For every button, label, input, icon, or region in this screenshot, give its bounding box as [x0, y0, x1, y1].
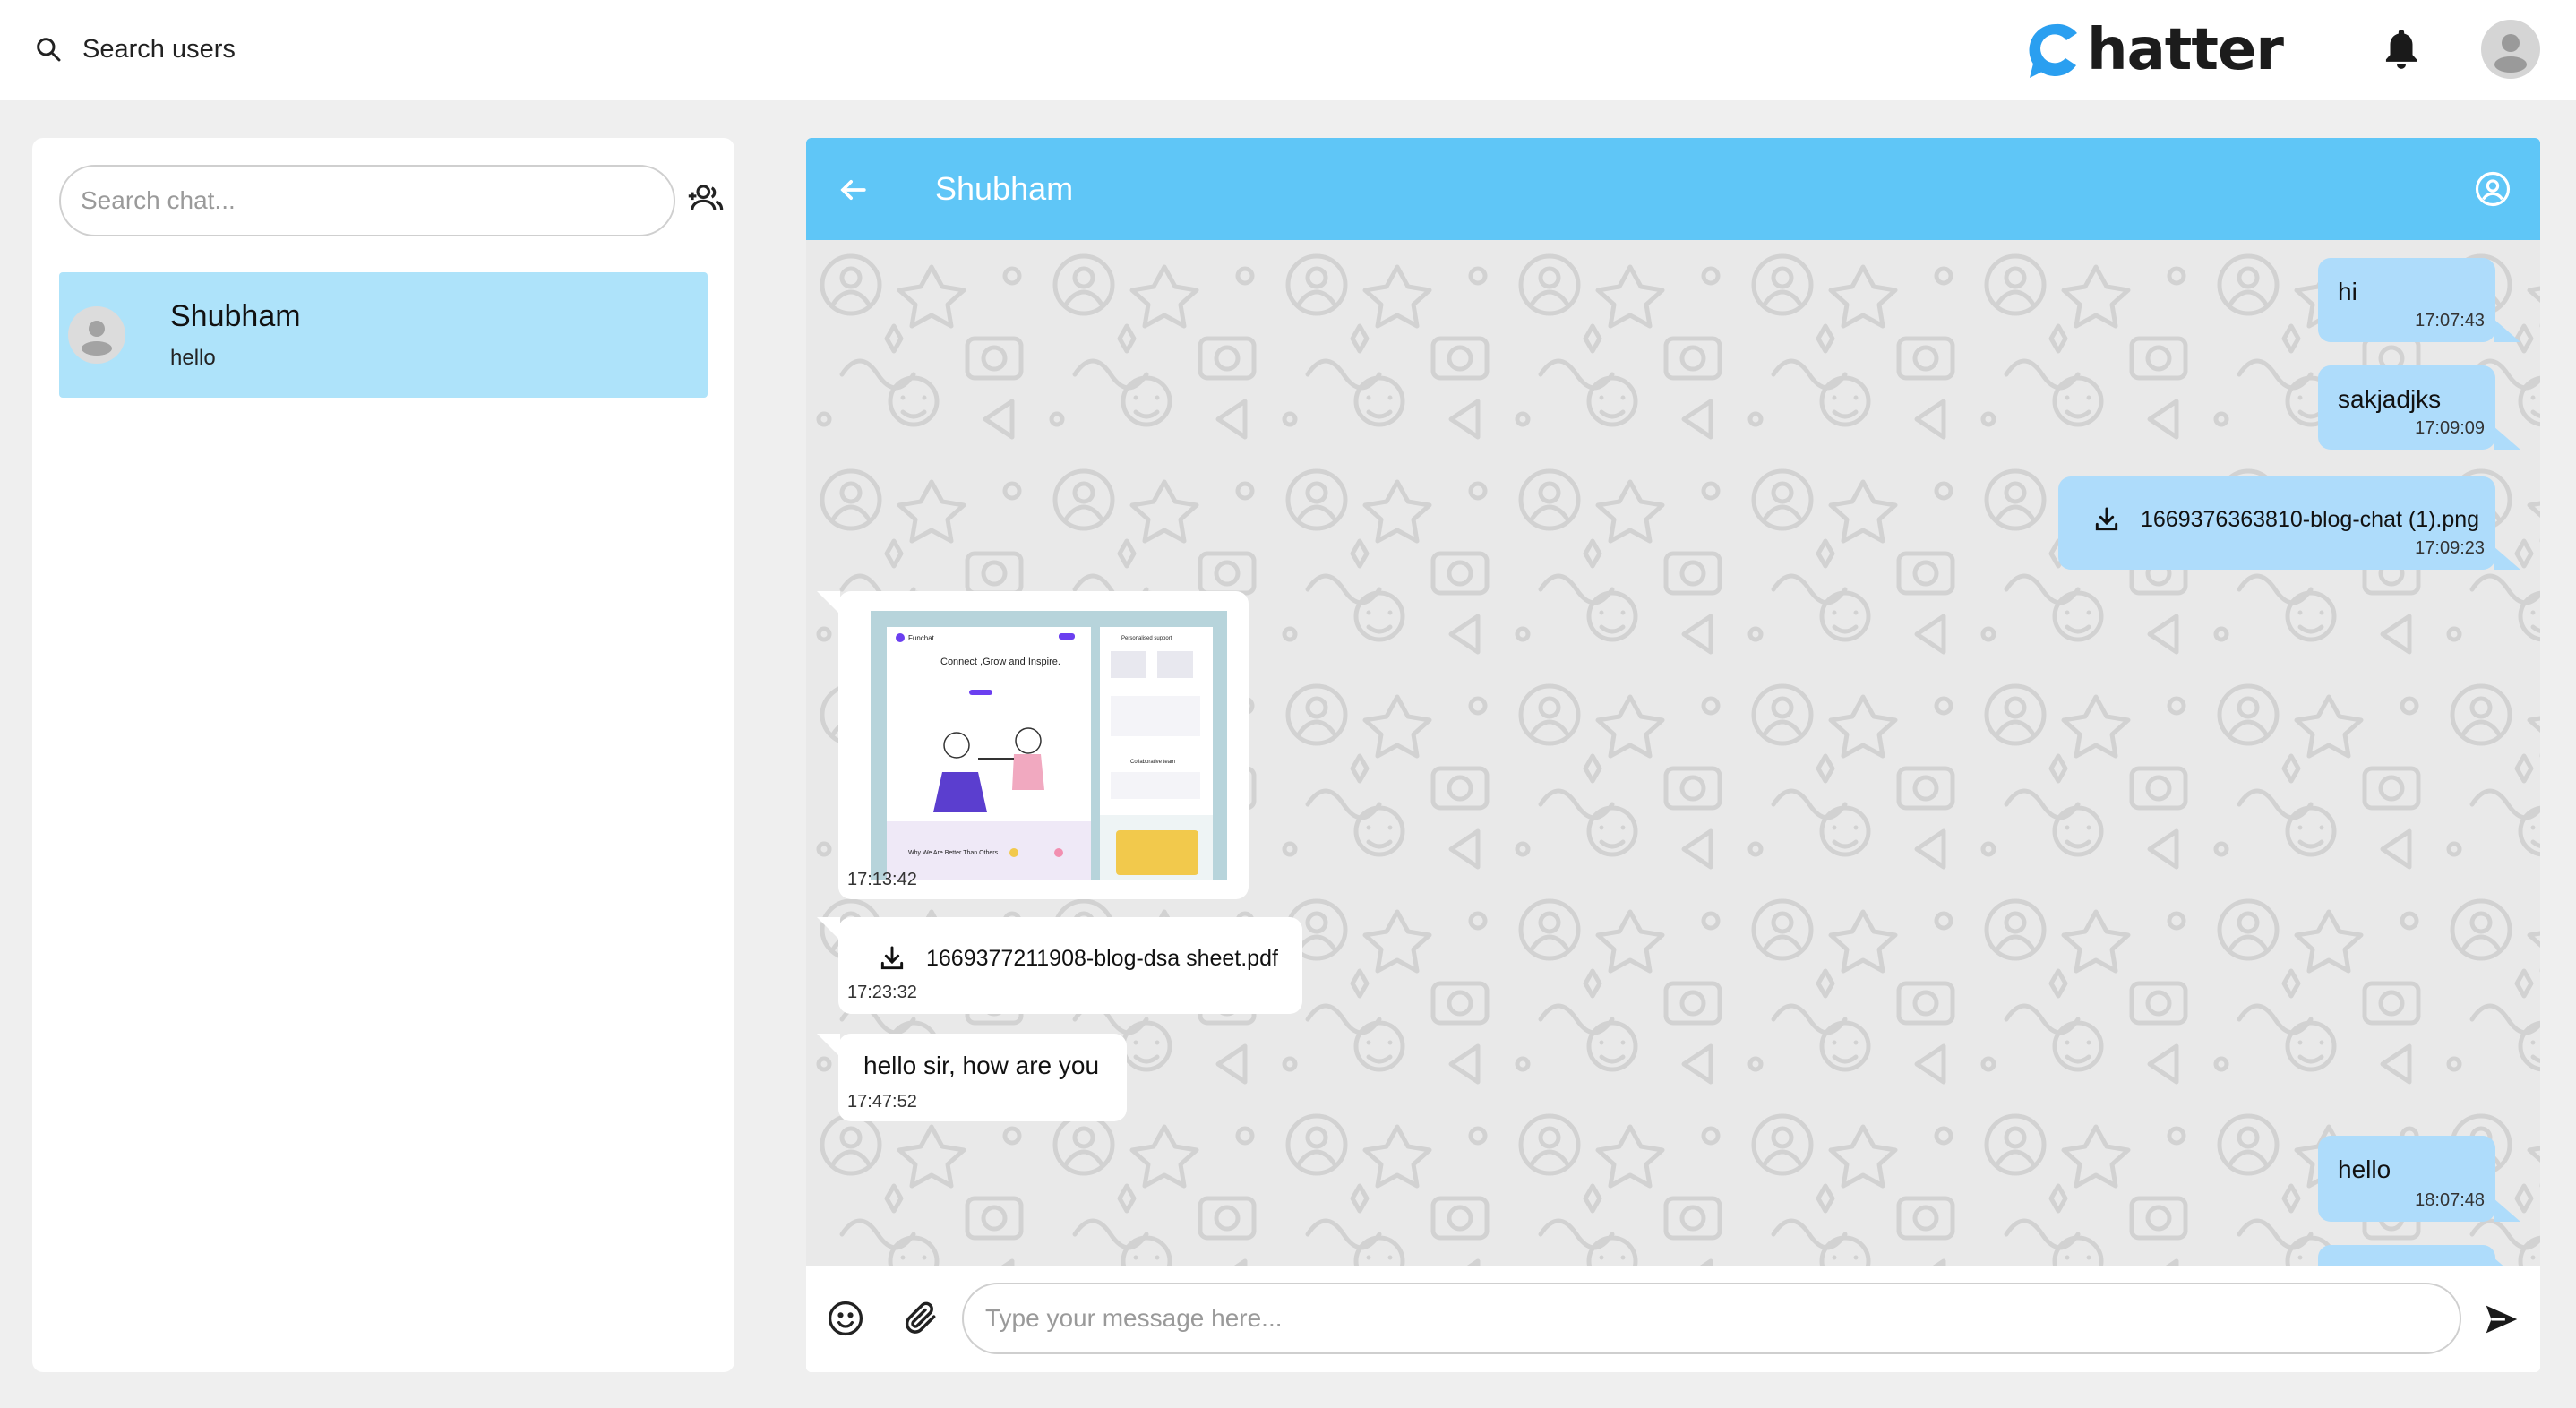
thumb-side-section: Collaborative team: [1130, 760, 1175, 765]
add-group-button[interactable]: [683, 174, 733, 224]
search-chat-input[interactable]: [59, 165, 675, 236]
message-bubble-outgoing[interactable]: hi 17:07:43: [2318, 258, 2520, 342]
message-bubble-incoming[interactable]: hello sir, how are you 17:47:52: [817, 1034, 1127, 1121]
search-users-label: Search users: [82, 34, 236, 64]
message-bubble-outgoing[interactable]: hello 18:07:48: [2318, 1136, 2520, 1222]
avatar: [68, 306, 125, 364]
message-bubble-outgoing[interactable]: sakjadjks 17:09:09: [2318, 365, 2520, 450]
chat-title: Shubham: [935, 170, 1074, 207]
chat-list-panel: Shubham hello: [32, 138, 734, 1372]
download-icon: [880, 946, 904, 970]
emoji-icon[interactable]: [826, 1299, 865, 1338]
person-icon: [82, 321, 112, 356]
file-attachment[interactable]: 1669377211908-blog-dsa sheet.pdf: [878, 944, 1278, 973]
message-composer: [806, 1266, 2540, 1372]
chat-header: Shubham: [806, 138, 2540, 240]
message-text: hello sir, how are you: [863, 1052, 1100, 1079]
user-avatar[interactable]: [2481, 20, 2540, 79]
person-icon: [2494, 34, 2527, 73]
message-text: sakjadjks: [2338, 385, 2442, 413]
message-list[interactable]: hi 17:07:43 sakjadjks 17:09:09 166937636…: [806, 240, 2540, 1266]
file-name: 1669376363810-blog-chat (1).png: [2141, 506, 2480, 532]
logo-bubble-c: [2029, 23, 2077, 78]
top-bar: Search users hatter: [0, 0, 2576, 100]
chat-panel: Shubham hi 17:07:43 sakjadjks 17:09:09 1…: [806, 138, 2540, 1372]
message-bubble-incoming-file[interactable]: 1669377211908-blog-dsa sheet.pdf 17:23:3…: [817, 917, 1302, 1014]
back-arrow-icon[interactable]: [833, 170, 872, 210]
paperclip-icon[interactable]: [901, 1297, 940, 1338]
chatter-logo: hatter: [2026, 16, 2284, 84]
message-bubble-outgoing-partial[interactable]: [2318, 1245, 2520, 1266]
message-text: hello: [2338, 1155, 2391, 1183]
chat-item-last-message: hello: [170, 346, 216, 370]
message-text: hi: [2338, 278, 2357, 305]
add-group-icon: [688, 185, 724, 210]
search-users-button[interactable]: Search users: [18, 20, 252, 79]
file-name: 1669377211908-blog-dsa sheet.pdf: [926, 945, 1278, 971]
bell-icon[interactable]: [2379, 25, 2424, 75]
thumb-heading: Connect ,Grow and Inspire.: [940, 657, 1060, 667]
download-icon: [2095, 507, 2118, 531]
thumb-side-title: Personalised support: [1121, 636, 1172, 641]
thumb-footer: Why We Are Better Than Others.: [908, 850, 1000, 856]
thumb-brand: Funchat: [908, 634, 935, 642]
send-icon[interactable]: [2481, 1299, 2522, 1340]
image-attachment[interactable]: Funchat Connect ,Grow and Inspire. Why W…: [871, 611, 1227, 880]
chat-item-name: Shubham: [170, 299, 301, 333]
logo-text: hatter: [2087, 17, 2284, 83]
message-time: 17:09:09: [2415, 418, 2485, 438]
file-attachment[interactable]: 1669376363810-blog-chat (1).png: [2092, 505, 2479, 534]
chat-list-item[interactable]: Shubham hello: [59, 272, 708, 398]
image-thumbnail: Funchat Connect ,Grow and Inspire. Why W…: [871, 611, 1227, 880]
message-bubble-incoming-image[interactable]: Funchat Connect ,Grow and Inspire. Why W…: [817, 591, 1249, 899]
message-time: 17:13:42: [847, 870, 917, 889]
message-time: 17:23:32: [847, 983, 917, 1002]
message-time: 17:07:43: [2415, 311, 2485, 331]
profile-icon[interactable]: [2474, 170, 2512, 208]
message-input[interactable]: [962, 1283, 2461, 1354]
message-time: 17:09:23: [2415, 538, 2485, 558]
message-time: 17:47:52: [847, 1092, 917, 1112]
message-bubble-outgoing-file[interactable]: 1669376363810-blog-chat (1).png 17:09:23: [2058, 476, 2520, 570]
message-time: 18:07:48: [2415, 1190, 2485, 1210]
search-icon: [37, 38, 61, 62]
